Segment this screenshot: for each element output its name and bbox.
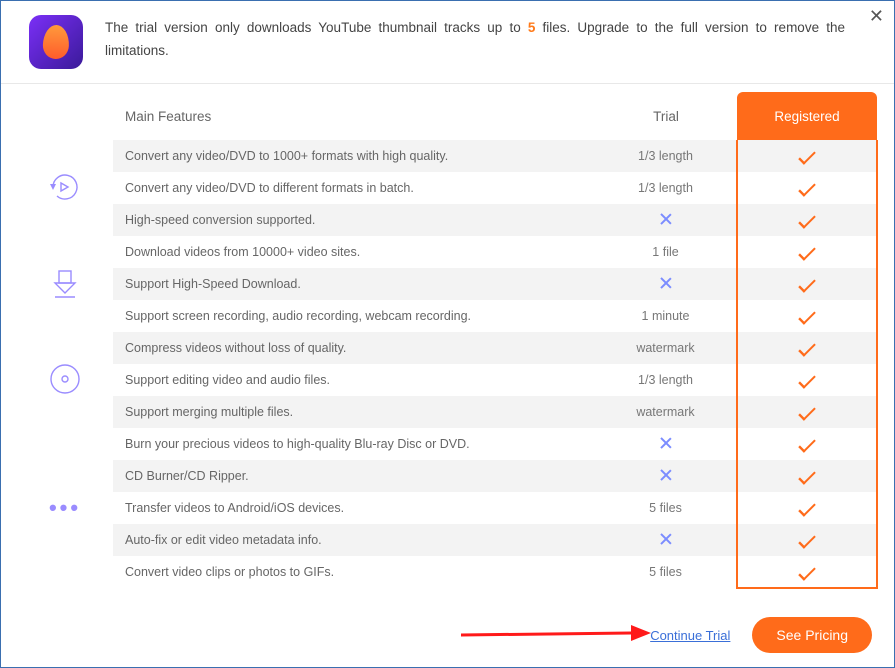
registered-cell [737,428,877,460]
convert-icon [45,167,85,207]
registered-cell [737,396,877,428]
check-icon [798,147,816,165]
trial-cell [595,460,737,492]
check-icon [798,435,816,453]
registered-cell [737,460,877,492]
feature-comparison-table: Main Features Trial Registered Convert a… [17,92,878,589]
flame-icon [42,25,69,60]
table-row: Compress videos without loss of quality.… [17,332,877,364]
table-row: Support merging multiple files.watermark [17,396,877,428]
trial-cell [595,524,737,556]
registered-cell [737,140,877,172]
cross-icon [659,276,673,290]
table-row: Download videos from 10000+ video sites.… [17,236,877,268]
registered-cell [737,300,877,332]
check-icon [798,339,816,357]
disc-icon [45,359,85,399]
group-icon-cell [17,140,113,236]
close-icon[interactable]: ✕ [869,7,884,25]
cross-icon [659,532,673,546]
feature-cell: Convert any video/DVD to 1000+ formats w… [113,140,595,172]
feature-cell: High-speed conversion supported. [113,204,595,236]
check-icon [798,371,816,389]
feature-cell: CD Burner/CD Ripper. [113,460,595,492]
registered-cell [737,172,877,204]
feature-cell: Support merging multiple files. [113,396,595,428]
feature-cell: Auto-fix or edit video metadata info. [113,524,595,556]
check-icon [798,211,816,229]
feature-cell: Support editing video and audio files. [113,364,595,396]
table-row: Convert video clips or photos to GIFs.5 … [17,556,877,588]
registered-cell [737,332,877,364]
download-icon [45,263,85,303]
group-icon-cell: ••• [17,428,113,588]
trial-cell [595,268,737,300]
registered-cell [737,492,877,524]
trial-cell: 1 file [595,236,737,268]
trial-cell: 5 files [595,492,737,524]
registered-cell [737,524,877,556]
feature-cell: Compress videos without loss of quality. [113,332,595,364]
more-icon: ••• [49,495,81,520]
table-row: •••Burn your precious videos to high-qua… [17,428,877,460]
col-header-features: Main Features [113,92,595,140]
col-header-trial: Trial [595,92,737,140]
group-icon-cell [17,332,113,428]
feature-cell: Burn your precious videos to high-qualit… [113,428,595,460]
table-row: Support screen recording, audio recordin… [17,300,877,332]
col-header-registered: Registered [737,92,877,140]
check-icon [798,563,816,581]
check-icon [798,275,816,293]
trial-cell: 1/3 length [595,140,737,172]
check-icon [798,307,816,325]
app-logo [29,15,83,69]
table-row: Auto-fix or edit video metadata info. [17,524,877,556]
registered-cell [737,204,877,236]
check-icon [798,499,816,517]
registered-cell [737,364,877,396]
registered-cell [737,268,877,300]
feature-cell: Support screen recording, audio recordin… [113,300,595,332]
table-row: Support editing video and audio files.1/… [17,364,877,396]
feature-cell: Support High-Speed Download. [113,268,595,300]
feature-cell: Transfer videos to Android/iOS devices. [113,492,595,524]
trial-notice-text: The trial version only downloads YouTube… [105,15,845,63]
trial-cell: watermark [595,396,737,428]
check-icon [798,467,816,485]
check-icon [798,531,816,549]
table-row: Convert any video/DVD to different forma… [17,172,877,204]
table-row: Transfer videos to Android/iOS devices.5… [17,492,877,524]
registered-cell [737,556,877,588]
feature-cell: Download videos from 10000+ video sites. [113,236,595,268]
trial-cell: 5 files [595,556,737,588]
table-row: High-speed conversion supported. [17,204,877,236]
header-banner: The trial version only downloads YouTube… [1,1,894,84]
table-row: Support High-Speed Download. [17,268,877,300]
col-header-icon [17,92,113,140]
group-icon-cell [17,236,113,332]
check-icon [798,243,816,261]
trial-cell [595,204,737,236]
table-row: CD Burner/CD Ripper. [17,460,877,492]
trial-cell: 1 minute [595,300,737,332]
check-icon [798,403,816,421]
check-icon [798,179,816,197]
feature-cell: Convert any video/DVD to different forma… [113,172,595,204]
trial-cell [595,428,737,460]
registered-cell [737,236,877,268]
feature-cell: Convert video clips or photos to GIFs. [113,556,595,588]
cross-icon [659,212,673,226]
continue-trial-link[interactable]: Continue Trial [650,628,730,643]
trial-cell: 1/3 length [595,172,737,204]
see-pricing-button[interactable]: See Pricing [752,617,872,653]
trial-cell: watermark [595,332,737,364]
cross-icon [659,436,673,450]
trial-cell: 1/3 length [595,364,737,396]
table-row: Convert any video/DVD to 1000+ formats w… [17,140,877,172]
annotation-arrow [461,621,651,647]
cross-icon [659,468,673,482]
